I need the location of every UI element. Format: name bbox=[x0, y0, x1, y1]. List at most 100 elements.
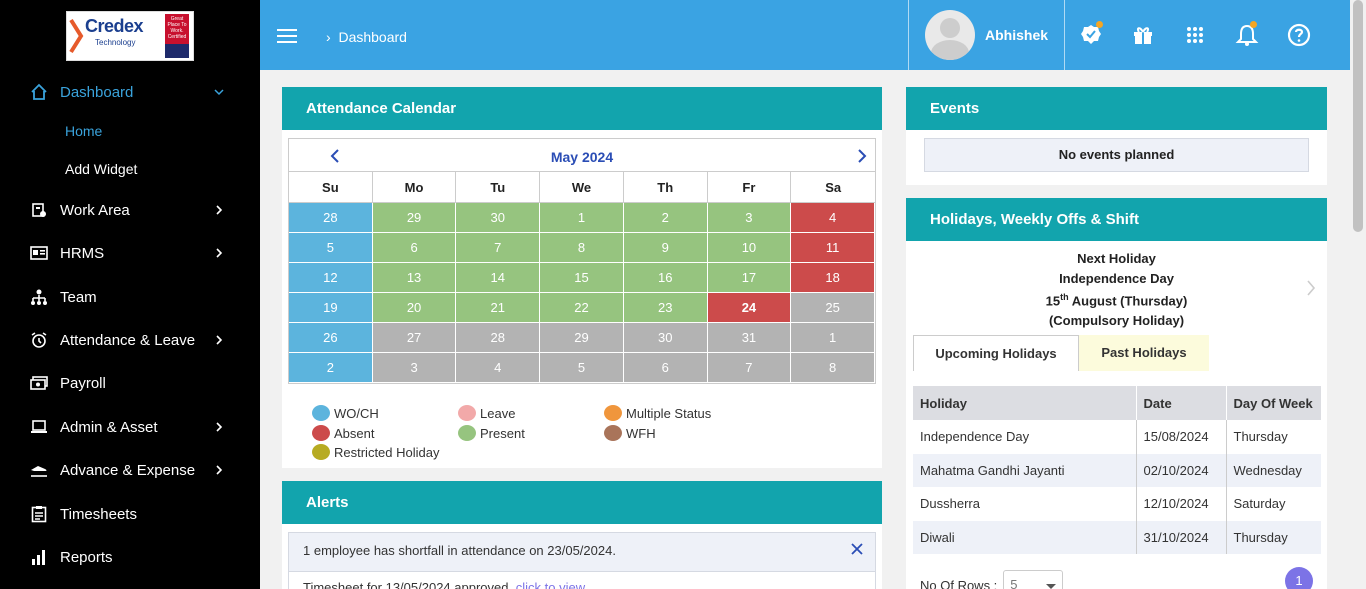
table-row[interactable]: Diwali 31/10/2024 Thursday bbox=[913, 520, 1321, 554]
sidebar-item-timesheets[interactable]: Timesheets bbox=[0, 499, 260, 529]
calendar-day[interactable]: 8 bbox=[791, 353, 875, 383]
sidebar-subitem-home[interactable]: Home bbox=[65, 123, 102, 139]
sidebar-item-admin-asset[interactable]: Admin & Asset bbox=[0, 412, 260, 442]
legend-label: Restricted Holiday bbox=[334, 444, 440, 460]
sidebar-item-attendance-leave[interactable]: Attendance & Leave bbox=[0, 325, 260, 355]
calendar-day[interactable]: 14 bbox=[456, 263, 541, 293]
calendar-day[interactable]: 15 bbox=[540, 263, 624, 293]
next-holiday-name: Independence Day bbox=[1059, 270, 1174, 286]
calendar-day[interactable]: 5 bbox=[289, 233, 373, 263]
calendar-day[interactable]: 17 bbox=[707, 263, 792, 293]
breadcrumb-current[interactable]: Dashboard bbox=[338, 29, 407, 45]
calendar-day[interactable]: 19 bbox=[289, 293, 373, 323]
company-logo[interactable]: Credex Technology Great Place To Work. C… bbox=[66, 11, 194, 61]
page-scrollbar[interactable] bbox=[1350, 0, 1366, 589]
sidebar-item-label: Dashboard bbox=[60, 83, 134, 101]
help-icon[interactable] bbox=[1286, 22, 1312, 48]
rows-per-page: No Of Rows : 5 bbox=[920, 570, 1064, 589]
calendar-nav: May 2024 bbox=[289, 139, 875, 172]
tab-past-holidays[interactable]: Past Holidays bbox=[1079, 335, 1209, 371]
calendar-day[interactable]: 30 bbox=[623, 323, 708, 353]
close-icon[interactable] bbox=[851, 543, 863, 555]
sidebar-item-team[interactable]: Team bbox=[0, 282, 260, 312]
avatar[interactable] bbox=[925, 10, 975, 60]
rows-select[interactable]: 5 bbox=[1003, 570, 1064, 589]
calendar-day[interactable]: 3 bbox=[707, 203, 792, 233]
calendar-day[interactable]: 11 bbox=[791, 233, 875, 263]
table-row[interactable]: Mahatma Gandhi Jayanti 02/10/2024 Wednesda… bbox=[913, 453, 1321, 487]
calendar-day[interactable]: 30 bbox=[456, 203, 541, 233]
calendar-day[interactable]: 5 bbox=[540, 353, 624, 383]
sidebar-item-payroll[interactable]: Payroll bbox=[0, 368, 260, 398]
calendar-day[interactable]: 8 bbox=[540, 233, 624, 263]
calendar-day[interactable]: 28 bbox=[289, 203, 373, 233]
legend-swatch bbox=[458, 405, 476, 421]
username[interactable]: Abhishek bbox=[985, 27, 1048, 43]
table-cell: 31/10/2024 bbox=[1136, 520, 1227, 554]
calendar-day[interactable]: 6 bbox=[623, 353, 708, 383]
column-header-holiday[interactable]: Holiday bbox=[913, 386, 1137, 420]
sidebar-item-work-area[interactable]: Work Area bbox=[0, 195, 260, 225]
calendar-day[interactable]: 4 bbox=[456, 353, 541, 383]
calendar-day[interactable]: 29 bbox=[540, 323, 624, 353]
scrollbar-thumb[interactable] bbox=[1353, 0, 1363, 232]
calendar-day[interactable]: 7 bbox=[456, 233, 541, 263]
calendar-day[interactable]: 2 bbox=[623, 203, 708, 233]
calendar-grid: Su Mo Tu We Th Fr Sa 28 29 30 1 2 3 4 5 6 7 8 9 10 11 12 13 14 1… bbox=[289, 172, 875, 383]
briefcase-icon bbox=[30, 201, 48, 219]
calendar-day[interactable]: 9 bbox=[623, 233, 708, 263]
calendar-day[interactable]: 7 bbox=[707, 353, 792, 383]
calendar-day[interactable]: 21 bbox=[456, 293, 541, 323]
calendar-day[interactable]: 6 bbox=[372, 233, 457, 263]
sidebar-item-advance-expense[interactable]: Advance & Expense bbox=[0, 455, 260, 485]
plane-icon bbox=[30, 461, 48, 479]
hamburger-menu-icon[interactable] bbox=[277, 29, 297, 43]
calendar-day[interactable]: 2 bbox=[289, 353, 373, 383]
chevron-down-icon bbox=[1046, 584, 1057, 589]
gift-icon[interactable] bbox=[1130, 22, 1156, 48]
table-cell: 02/10/2024 bbox=[1136, 453, 1227, 487]
calendar-day[interactable]: 27 bbox=[372, 323, 457, 353]
calendar-day[interactable]: 3 bbox=[372, 353, 457, 383]
calendar-day[interactable]: 26 bbox=[289, 323, 373, 353]
sidebar-item-hrms[interactable]: HRMS bbox=[0, 238, 260, 268]
column-header-day[interactable]: Day Of Week bbox=[1226, 386, 1321, 420]
calendar-day[interactable]: 16 bbox=[623, 263, 708, 293]
table-cell: Mahatma Gandhi Jayanti bbox=[913, 453, 1137, 487]
calendar-day[interactable]: 22 bbox=[540, 293, 624, 323]
calendar-day[interactable]: 25 bbox=[791, 293, 875, 323]
calendar-day[interactable]: 31 bbox=[707, 323, 792, 353]
calendar-day[interactable]: 29 bbox=[372, 203, 457, 233]
calendar-day[interactable]: 18 bbox=[791, 263, 875, 293]
sidebar-item-label: Work Area bbox=[60, 201, 130, 219]
chevron-right-icon bbox=[216, 205, 223, 215]
sidebar-item-dashboard[interactable]: Dashboard bbox=[0, 77, 260, 107]
next-holiday-arrow-icon[interactable] bbox=[1306, 280, 1316, 296]
tab-upcoming-holidays[interactable]: Upcoming Holidays bbox=[913, 335, 1079, 371]
table-cell: Thursday bbox=[1233, 429, 1288, 445]
column-header-date[interactable]: Date bbox=[1136, 386, 1227, 420]
table-row[interactable]: Dussherra 12/10/2024 Saturday bbox=[913, 487, 1321, 521]
apps-grid-icon[interactable] bbox=[1182, 22, 1208, 48]
calendar-day[interactable]: 10 bbox=[707, 233, 792, 263]
sidebar-item-label: Attendance & Leave bbox=[60, 331, 196, 349]
calendar-day[interactable]: 28 bbox=[456, 323, 541, 353]
legend-item: Absent bbox=[312, 425, 374, 441]
calendar-day[interactable]: 20 bbox=[372, 293, 457, 323]
calendar-day[interactable]: 12 bbox=[289, 263, 373, 293]
notification-dot bbox=[1250, 21, 1257, 28]
table-row[interactable]: Independence Day 15/08/2024 Thursday bbox=[913, 420, 1321, 454]
next-month-icon[interactable] bbox=[856, 149, 868, 163]
sidebar-subitem-add-widget[interactable]: Add Widget bbox=[65, 161, 137, 177]
calendar-day[interactable]: 24 bbox=[707, 293, 792, 323]
calendar-day[interactable]: 4 bbox=[791, 203, 875, 233]
sidebar-item-reports[interactable]: Reports bbox=[0, 542, 260, 572]
page-number-button[interactable]: 1 bbox=[1285, 567, 1313, 589]
legend-item: Restricted Holiday bbox=[312, 444, 440, 460]
calendar-month-label[interactable]: May 2024 bbox=[289, 149, 875, 165]
calendar-day[interactable]: 1 bbox=[791, 323, 875, 353]
alert-link[interactable]: click to view bbox=[516, 580, 585, 589]
calendar-day[interactable]: 1 bbox=[540, 203, 624, 233]
calendar-day[interactable]: 13 bbox=[372, 263, 457, 293]
calendar-day[interactable]: 23 bbox=[623, 293, 708, 323]
